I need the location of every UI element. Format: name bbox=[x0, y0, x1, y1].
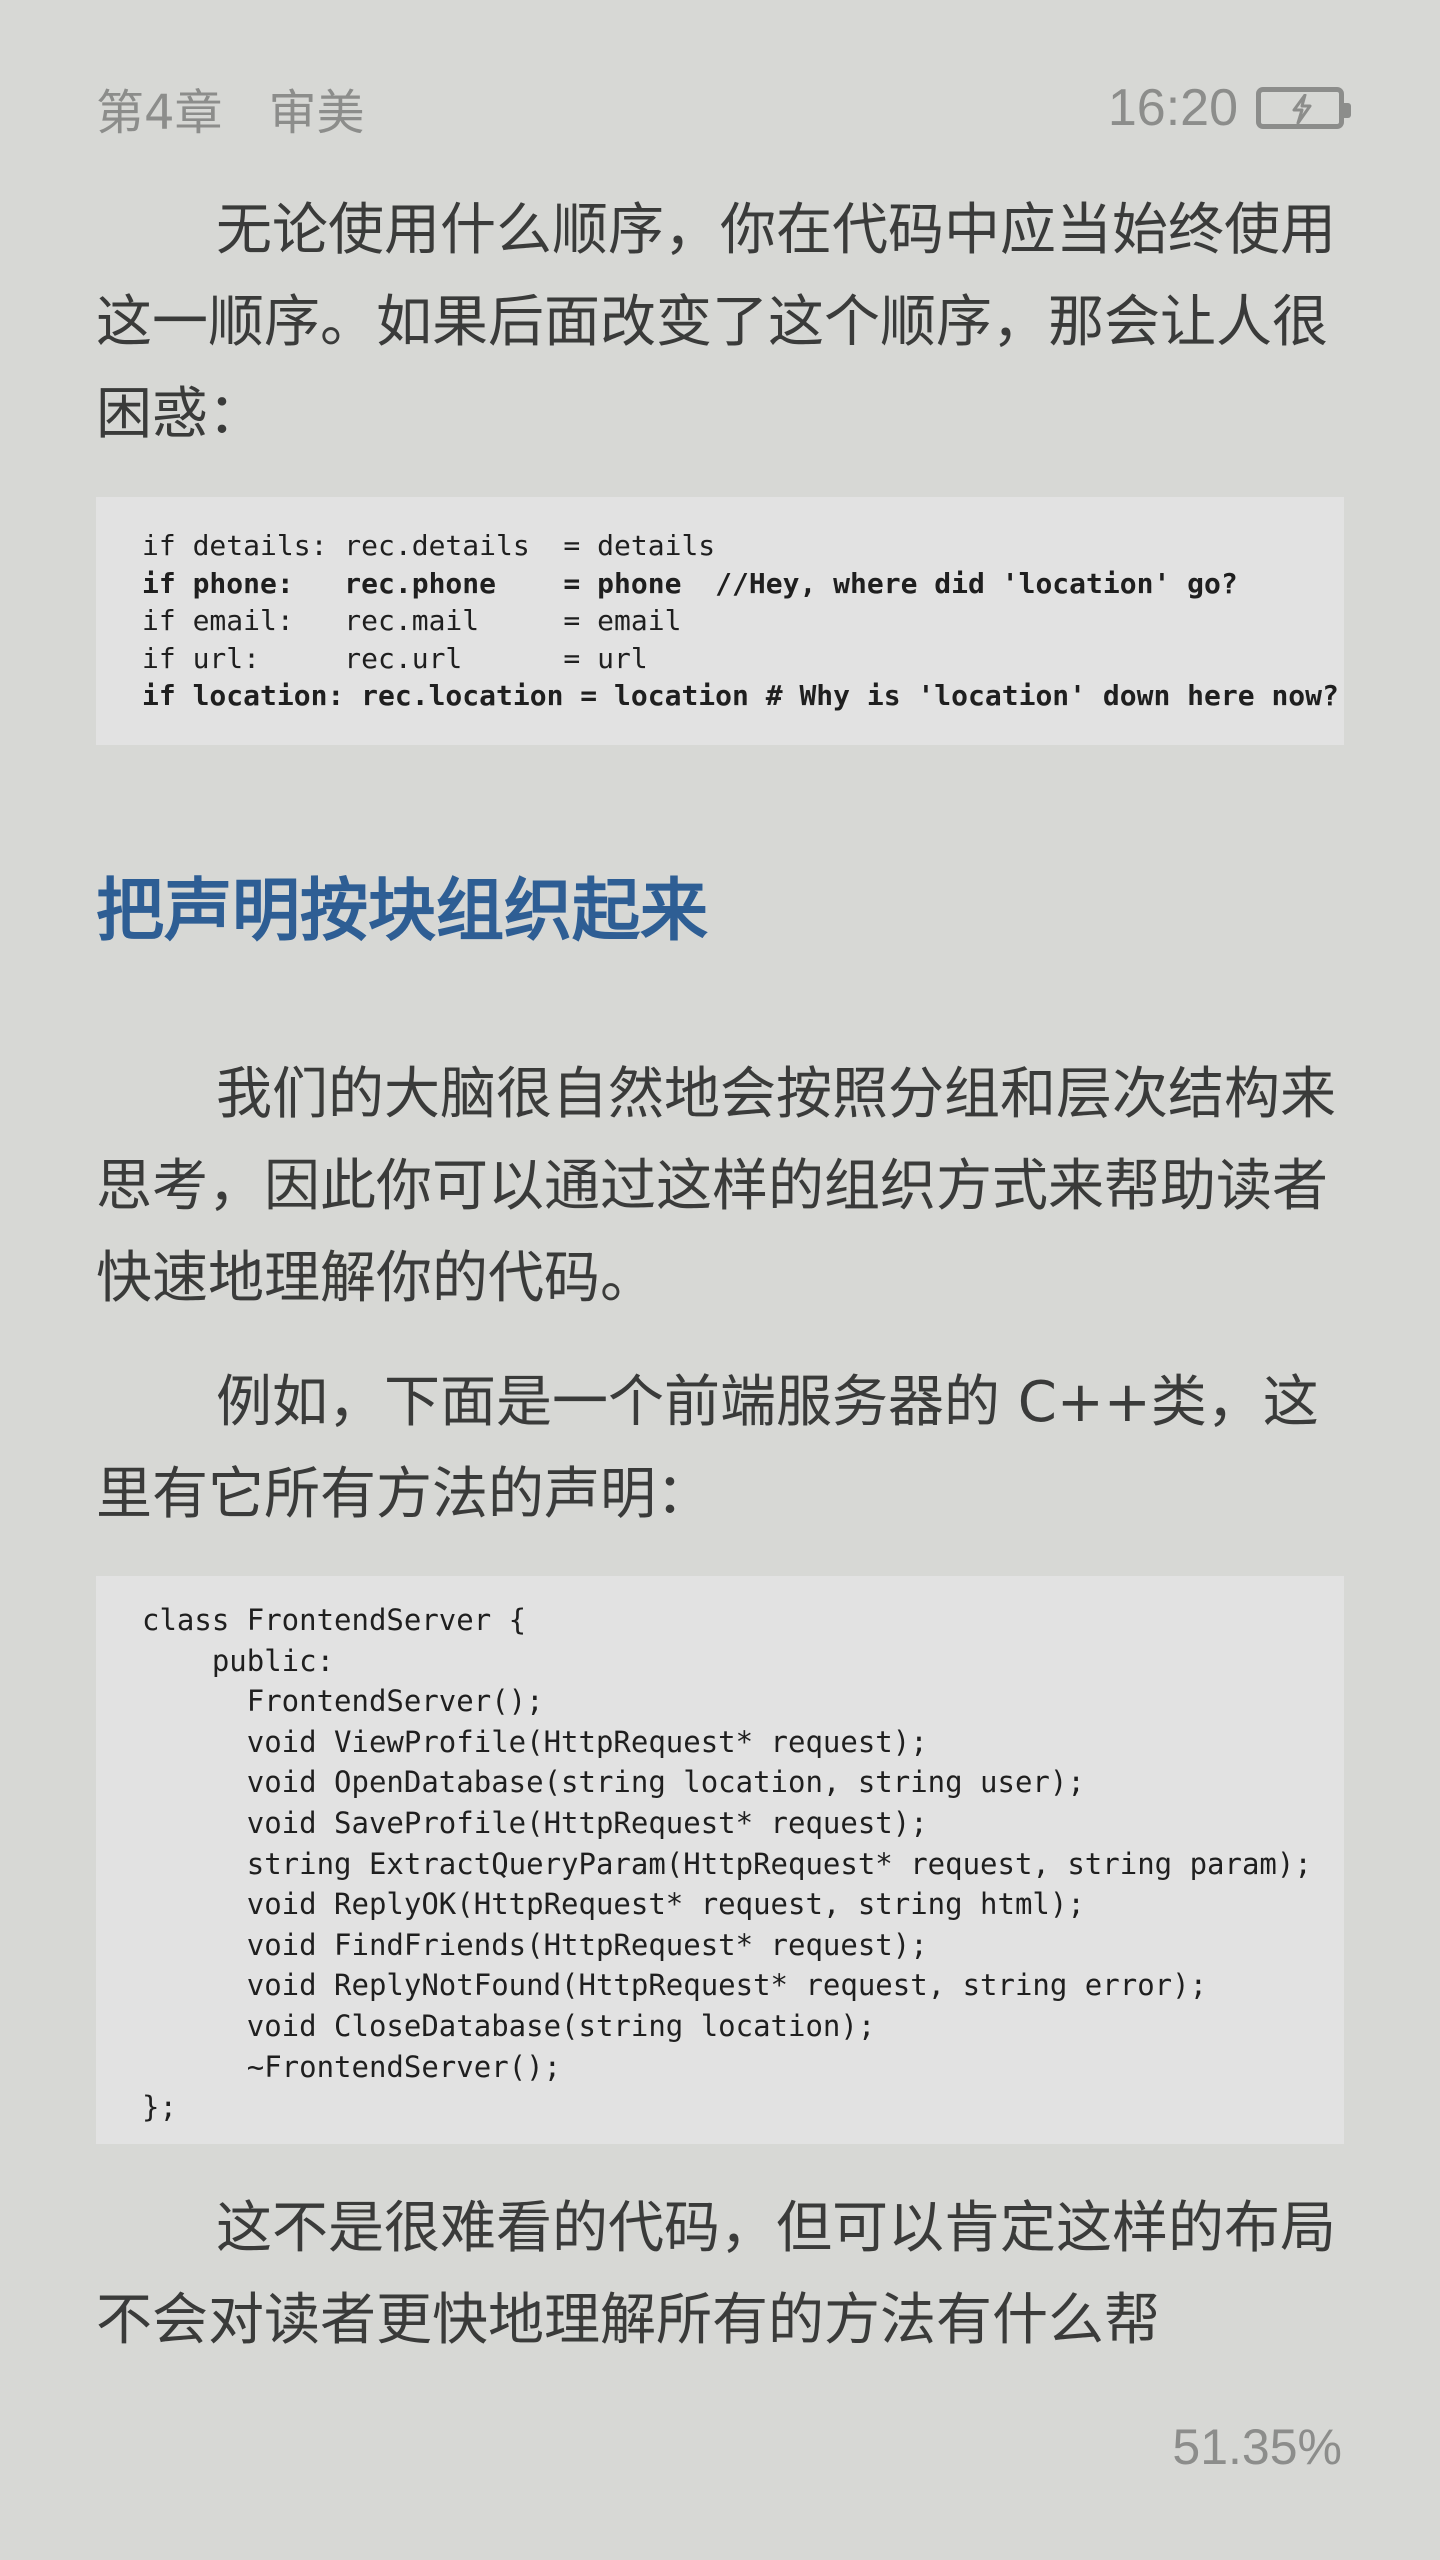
code-line: void ReplyNotFound(HttpRequest* request,… bbox=[142, 1968, 1208, 2003]
chapter-label: 第4章 bbox=[96, 85, 223, 141]
code-line: string ExtractQueryParam(HttpRequest* re… bbox=[142, 1846, 1312, 1881]
paragraph-2-container: 我们的大脑很自然地会按照分组和层次结构来思考，因此你可以通过这样的组织方式来帮助… bbox=[96, 1049, 1344, 1325]
code-line: void OpenDatabase(string location, strin… bbox=[142, 1765, 1085, 1800]
paragraph-4-container: 这不是很难看的代码，但可以肯定这样的布局不会对读者更快地理解所有的方法有什么帮 bbox=[96, 2183, 1344, 2367]
section-label: 审美 bbox=[268, 85, 365, 141]
clock-time: 16:20 bbox=[1107, 79, 1238, 137]
code-line: void FindFriends(HttpRequest* request); bbox=[142, 1927, 928, 1962]
code-line: }; bbox=[142, 2090, 177, 2125]
code-line: ~FrontendServer(); bbox=[142, 2049, 562, 2084]
paragraph-4: 这不是很难看的代码，但可以肯定这样的布局不会对读者更快地理解所有的方法有什么帮 bbox=[96, 2196, 1336, 2353]
code-block-1-container: if details: rec.details = details if pho… bbox=[96, 497, 1344, 745]
code-line: if phone: rec.phone = phone //Hey, where… bbox=[142, 566, 1238, 600]
code-block-2: class FrontendServer { public: FrontendS… bbox=[96, 1576, 1344, 2144]
reading-progress: 51.35% bbox=[1172, 2419, 1342, 2475]
code-line: void ViewProfile(HttpRequest* request); bbox=[142, 1724, 928, 1759]
code-line: void SaveProfile(HttpRequest* request); bbox=[142, 1805, 928, 1840]
paragraph-2: 我们的大脑很自然地会按照分组和层次结构来思考，因此你可以通过这样的组织方式来帮助… bbox=[96, 1062, 1336, 1311]
reader-status-bar: 第4章 审美 16:20 bbox=[96, 70, 1351, 146]
paragraph-1-container: 无论使用什么顺序，你在代码中应当始终使用这一顺序。如果后面改变了这个顺序，那会让… bbox=[96, 185, 1344, 461]
code-line: class FrontendServer { bbox=[142, 1603, 527, 1637]
paragraph-3-container: 例如，下面是一个前端服务器的 C++类，这里有它所有方法的声明： bbox=[96, 1357, 1344, 1541]
paragraph-3: 例如，下面是一个前端服务器的 C++类，这里有它所有方法的声明： bbox=[96, 1370, 1319, 1527]
code-line: public: bbox=[142, 1643, 335, 1678]
code-line: if details: rec.details = details bbox=[142, 529, 716, 562]
code-line: if location: rec.location = location # W… bbox=[142, 679, 1339, 712]
time-and-battery: 16:20 bbox=[1107, 78, 1351, 138]
code-line: FrontendServer(); bbox=[142, 1684, 544, 1719]
code-line: if url: rec.url = url bbox=[142, 641, 648, 675]
section-heading: 把声明按块组织起来 bbox=[96, 872, 709, 951]
paragraph-1: 无论使用什么顺序，你在代码中应当始终使用这一顺序。如果后面改变了这个顺序，那会让… bbox=[96, 198, 1336, 447]
chapter-info: 第4章 审美 bbox=[96, 73, 365, 143]
code-block-2-container: class FrontendServer { public: FrontendS… bbox=[96, 1576, 1344, 2144]
code-line: void CloseDatabase(string location); bbox=[142, 2008, 876, 2043]
code-line: void ReplyOK(HttpRequest* request, strin… bbox=[142, 1887, 1085, 1922]
battery-charging-icon bbox=[1256, 87, 1351, 129]
code-line: if email: rec.mail = email bbox=[142, 604, 682, 637]
code-block-1: if details: rec.details = details if pho… bbox=[96, 497, 1344, 745]
